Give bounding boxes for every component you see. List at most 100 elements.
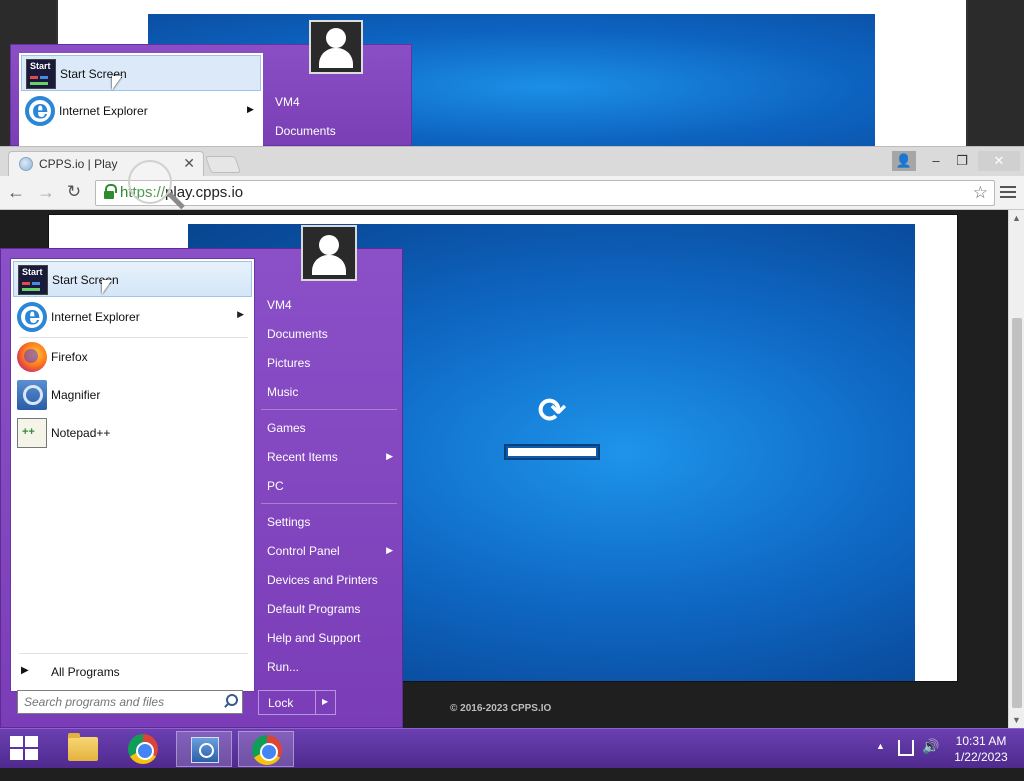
clock-time: 10:31 AM xyxy=(955,734,1007,748)
start-menu: Start Start Screen Internet Explorer ▶ F… xyxy=(0,225,403,728)
magnifier-icon xyxy=(17,380,47,410)
start-menu-separator xyxy=(19,653,248,654)
start-menu-item-internet-explorer[interactable]: Internet Explorer ▶ xyxy=(13,299,252,335)
minimize-button[interactable]: – xyxy=(926,151,946,171)
mouse-cursor-icon xyxy=(102,280,114,298)
start-menu-link-label: Run... xyxy=(267,660,300,674)
start-menu-link-label: Recent Items xyxy=(267,450,338,464)
start-menu-item-notepad-plus-plus[interactable]: Notepad++ xyxy=(13,415,252,451)
lock-button[interactable]: Lock ▶ xyxy=(258,690,336,715)
start-menu-link-help-and-support[interactable]: Help and Support xyxy=(259,625,399,651)
tab-cpps-play[interactable]: CPPS.io | Play ✕ xyxy=(8,151,204,177)
loading-progress-bar xyxy=(504,444,600,460)
lock-icon[interactable] xyxy=(104,184,117,199)
tab-title: CPPS.io | Play xyxy=(39,157,118,171)
start-tile-text: Start xyxy=(22,267,43,277)
background-desktop-area: Start Start Screen Internet Explorer ▶ V… xyxy=(0,0,1024,146)
taskbar-file-explorer[interactable] xyxy=(54,731,110,767)
reload-button[interactable]: ↻ xyxy=(64,182,84,202)
start-menu-link-games[interactable]: Games xyxy=(259,415,399,441)
browser-menu-icon[interactable] xyxy=(999,183,1017,201)
start-menu-link-devices-and-printers[interactable]: Devices and Printers xyxy=(259,567,399,593)
background-start-menu-left: Start Start Screen Internet Explorer ▶ xyxy=(19,53,263,146)
copyright-text: © 2016-2023 CPPS.IO xyxy=(450,703,552,714)
start-menu-right-separator xyxy=(261,503,397,504)
user-avatar[interactable] xyxy=(301,225,357,281)
start-menu-link-label: Music xyxy=(267,385,299,399)
start-menu-link-label: Documents xyxy=(267,327,328,341)
start-menu-link-run[interactable]: Run... xyxy=(259,654,399,680)
search-input[interactable] xyxy=(22,693,218,711)
scrollbar-thumb[interactable] xyxy=(1012,318,1022,708)
background-vm4-label: VM4 xyxy=(275,95,300,109)
start-menu-link-recent-items[interactable]: Recent Items ▶ xyxy=(259,444,399,470)
all-programs-label: All Programs xyxy=(51,665,120,679)
start-menu-separator xyxy=(19,337,248,338)
background-cursor-icon xyxy=(112,76,124,94)
windows-start-button[interactable] xyxy=(10,736,38,760)
tab-close-icon[interactable]: ✕ xyxy=(183,155,195,172)
start-screen-icon: Start xyxy=(26,59,56,89)
scroll-down-icon[interactable]: ▼ xyxy=(1012,715,1021,725)
chevron-right-icon: ▶ xyxy=(247,104,254,114)
start-menu-link-label: Games xyxy=(267,421,306,435)
chevron-right-icon: ▶ xyxy=(386,451,393,461)
start-menu-link-label: Devices and Printers xyxy=(267,573,378,587)
taskbar-chrome[interactable] xyxy=(115,731,171,767)
start-menu-link-pc[interactable]: PC xyxy=(259,473,399,499)
start-menu-link-settings[interactable]: Settings xyxy=(259,509,399,535)
folder-icon xyxy=(68,733,98,761)
start-search-box[interactable] xyxy=(17,690,243,714)
taskbar-magnifier[interactable] xyxy=(176,731,232,767)
lock-options-arrow-icon[interactable]: ▶ xyxy=(322,697,328,706)
notepad-plus-plus-icon xyxy=(17,418,47,448)
start-menu-link-default-programs[interactable]: Default Programs xyxy=(259,596,399,622)
start-menu-link-label: Default Programs xyxy=(267,602,361,616)
chrome-icon xyxy=(128,734,158,764)
start-menu-right-separator xyxy=(261,409,397,410)
forward-button[interactable]: → xyxy=(36,182,56,202)
start-menu-item-label: Firefox xyxy=(51,350,88,364)
expand-arrow-icon: ▶ xyxy=(21,665,29,676)
page-scrollbar[interactable]: ▲ ▼ xyxy=(1008,210,1024,728)
start-menu-link-pictures[interactable]: Pictures xyxy=(259,350,399,376)
background-ie-item: Internet Explorer ▶ xyxy=(21,93,261,129)
volume-icon[interactable]: 🔊 xyxy=(922,738,939,778)
user-profile-icon[interactable]: 👤 xyxy=(892,151,916,171)
close-window-button[interactable]: ✕ xyxy=(978,151,1020,171)
network-icon[interactable] xyxy=(898,740,914,756)
start-menu-link-music[interactable]: Music xyxy=(259,379,399,405)
start-menu-item-start-screen[interactable]: Start Start Screen xyxy=(13,261,252,297)
bookmark-star-icon[interactable]: ☆ xyxy=(973,183,988,203)
chevron-right-icon[interactable]: ▶ xyxy=(237,309,244,320)
start-menu-programs-pane: Start Start Screen Internet Explorer ▶ F… xyxy=(10,258,255,692)
start-menu-item-label: Internet Explorer xyxy=(51,310,140,324)
background-user-avatar xyxy=(309,20,363,74)
start-menu-link-documents[interactable]: Documents xyxy=(259,321,399,347)
start-screen-icon: Start xyxy=(18,265,48,295)
address-bar[interactable]: https://play.cpps.io ☆ xyxy=(95,180,995,206)
internet-explorer-icon xyxy=(25,95,55,126)
scroll-up-icon[interactable]: ▲ xyxy=(1012,213,1021,223)
start-menu-item-magnifier[interactable]: Magnifier xyxy=(13,377,252,413)
start-menu-link-label: Help and Support xyxy=(267,631,361,645)
magnifier-lens xyxy=(128,160,172,204)
start-menu-link-vm4[interactable]: VM4 xyxy=(259,292,399,318)
restore-button[interactable]: ❐ xyxy=(952,151,972,171)
clock-date: 1/22/2023 xyxy=(954,750,1008,764)
taskbar-clock[interactable]: 10:31 AM 1/22/2023 xyxy=(948,733,1014,765)
background-ie-label: Internet Explorer xyxy=(59,104,148,118)
start-menu-item-firefox[interactable]: Firefox xyxy=(13,339,252,375)
page-favicon-icon xyxy=(19,157,33,171)
start-menu-link-control-panel[interactable]: Control Panel ▶ xyxy=(259,538,399,564)
start-menu-link-label: Control Panel xyxy=(267,544,340,558)
all-programs-button[interactable]: ▶ All Programs xyxy=(13,657,252,687)
new-tab-button[interactable] xyxy=(204,156,242,173)
search-icon[interactable] xyxy=(222,693,238,709)
taskbar-chrome-running[interactable] xyxy=(238,731,294,767)
back-button[interactable]: ← xyxy=(6,182,26,202)
internet-explorer-icon xyxy=(17,301,47,332)
start-menu-item-label: Notepad++ xyxy=(51,426,111,440)
lock-button-label: Lock xyxy=(268,696,294,710)
show-hidden-icons-icon[interactable]: ▲ xyxy=(876,741,885,781)
